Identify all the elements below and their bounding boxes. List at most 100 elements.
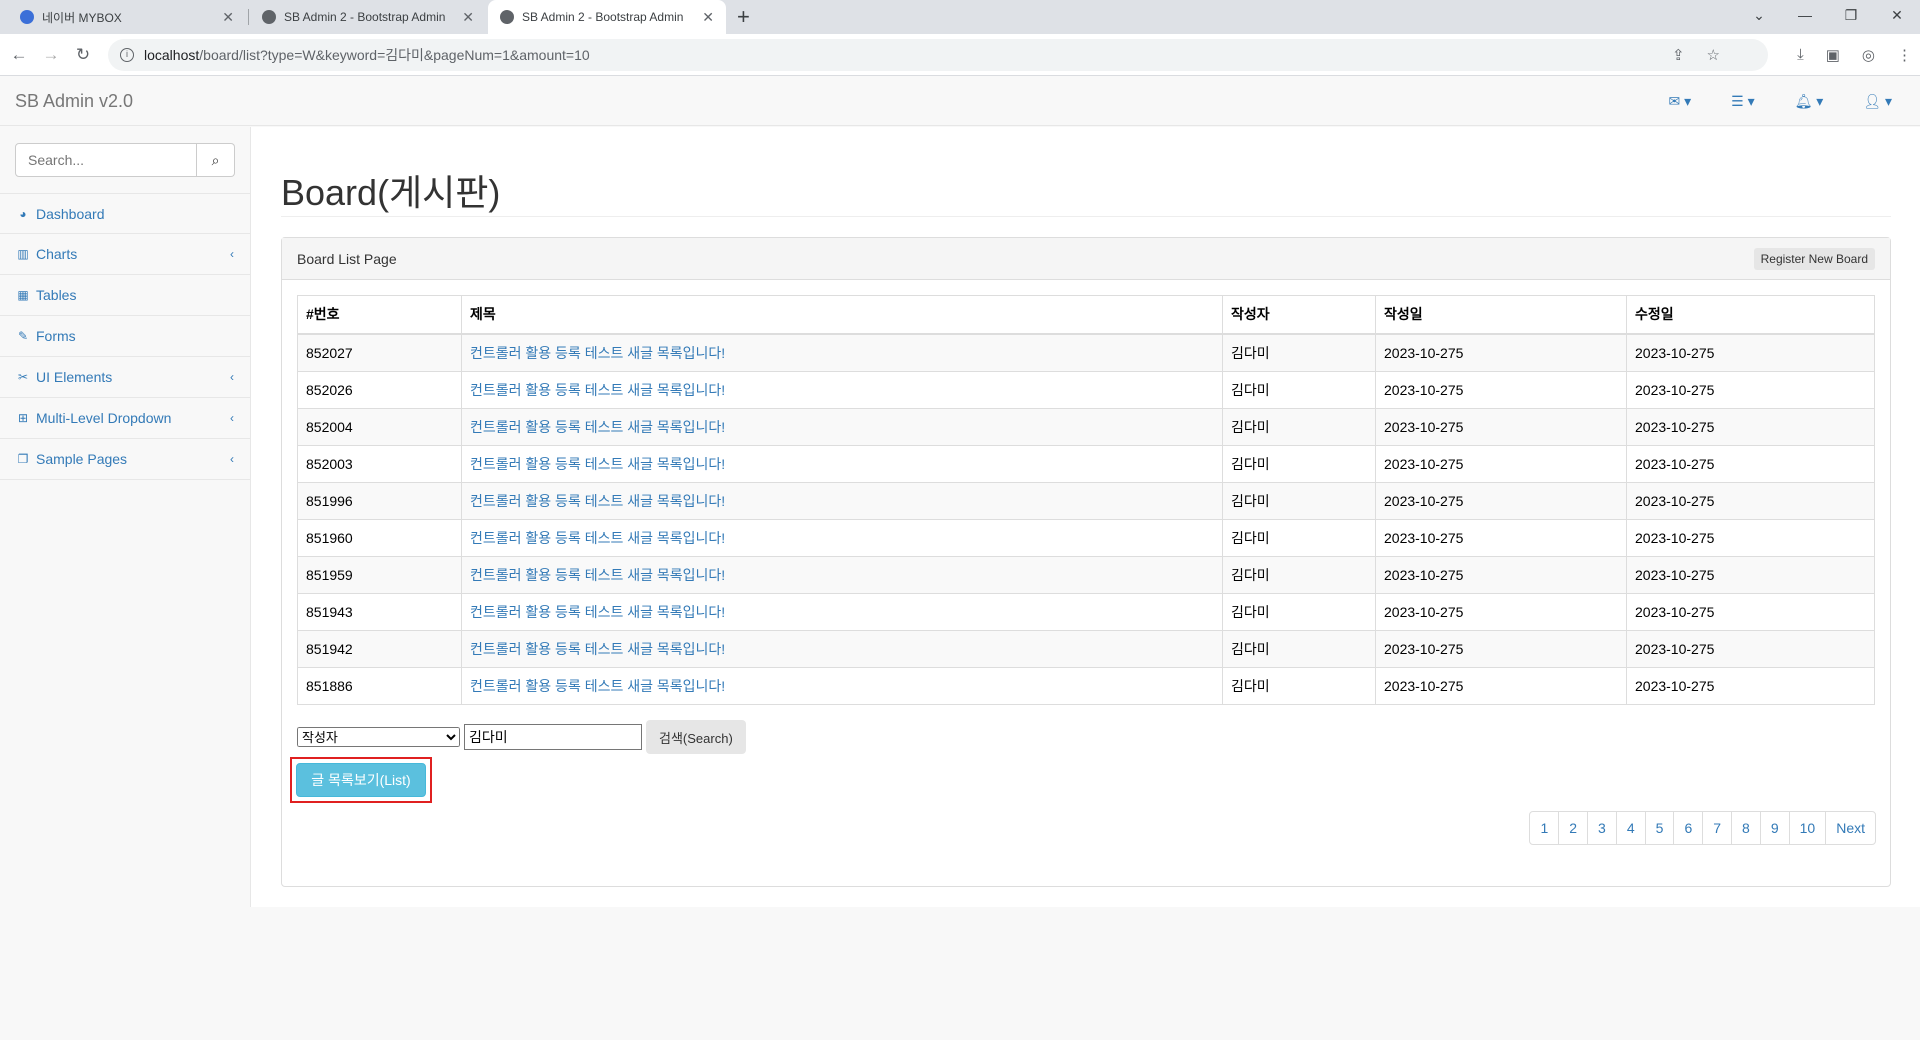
header-regdate: 작성일 bbox=[1375, 295, 1627, 335]
browser-tab-1[interactable]: 네이버 MYBOX ✕ bbox=[8, 0, 246, 34]
edit-icon: ✎ bbox=[17, 329, 29, 343]
board-title-link[interactable]: 컨트롤러 활용 등록 테스트 새글 목록입니다! bbox=[470, 419, 725, 435]
cell-title: 컨트롤러 활용 등록 테스트 새글 목록입니다! bbox=[461, 407, 1223, 446]
cell-number: 852026 bbox=[297, 370, 462, 409]
cell-number: 851886 bbox=[297, 666, 462, 705]
brand-title[interactable]: SB Admin v2.0 bbox=[15, 91, 133, 112]
board-title-link[interactable]: 컨트롤러 활용 등록 테스트 새글 목록입니다! bbox=[470, 382, 725, 398]
sidebar-item-forms[interactable]: ✎ Forms bbox=[0, 316, 250, 357]
cell-writer: 김다미 bbox=[1222, 370, 1376, 409]
cell-number: 852027 bbox=[297, 333, 462, 372]
table-header-row: #번호 제목 작성자 작성일 수정일 bbox=[297, 295, 1875, 335]
sidebar-item-ui-elements[interactable]: ✂ UI Elements ‹ bbox=[0, 357, 250, 398]
back-icon[interactable]: ← bbox=[6, 45, 32, 65]
close-window-icon[interactable]: ✕ bbox=[1874, 0, 1920, 34]
close-tab-icon[interactable]: ✕ bbox=[222, 9, 234, 26]
cell-regdate: 2023-10-275 bbox=[1375, 666, 1627, 705]
sidebar-search-button[interactable]: ⌕ bbox=[197, 143, 235, 177]
search-button[interactable]: 검색(Search) bbox=[646, 720, 746, 754]
cell-updatedate: 2023-10-275 bbox=[1626, 666, 1875, 705]
cell-title: 컨트롤러 활용 등록 테스트 새글 목록입니다! bbox=[461, 666, 1223, 705]
board-title-link[interactable]: 컨트롤러 활용 등록 테스트 새글 목록입니다! bbox=[470, 493, 725, 509]
bookmark-star-icon[interactable]: ☆ bbox=[1707, 46, 1720, 64]
search-keyword-input[interactable] bbox=[464, 724, 642, 750]
panel-heading: Board List Page Register New Board bbox=[282, 238, 1890, 280]
tab-search-icon[interactable]: ⌄ bbox=[1736, 0, 1782, 34]
sidebar-item-label: Forms bbox=[36, 328, 76, 344]
pagination-next[interactable]: Next bbox=[1825, 811, 1876, 845]
pagination-page[interactable]: 8 bbox=[1731, 811, 1761, 845]
search-form: 작성자 검색(Search) bbox=[297, 720, 746, 754]
cell-updatedate: 2023-10-275 bbox=[1626, 518, 1875, 557]
board-title-link[interactable]: 컨트롤러 활용 등록 테스트 새글 목록입니다! bbox=[470, 567, 725, 583]
browser-tab-2[interactable]: SB Admin 2 - Bootstrap Admin ✕ bbox=[250, 0, 486, 34]
pagination-page[interactable]: 3 bbox=[1587, 811, 1617, 845]
board-title-link[interactable]: 컨트롤러 활용 등록 테스트 새글 목록입니다! bbox=[470, 456, 725, 472]
cell-title: 컨트롤러 활용 등록 테스트 새글 목록입니다! bbox=[461, 555, 1223, 594]
pagination-page[interactable]: 4 bbox=[1615, 811, 1646, 845]
close-tab-icon[interactable]: ✕ bbox=[462, 9, 474, 26]
list-button[interactable]: 글 목록보기(List) bbox=[296, 763, 426, 797]
browser-tab-3-active[interactable]: SB Admin 2 - Bootstrap Admin ✕ bbox=[488, 0, 726, 34]
envelope-icon[interactable]: ✉ ▾ bbox=[1668, 93, 1691, 110]
sidebar-item-dashboard[interactable]: ◕ Dashboard bbox=[0, 193, 250, 234]
url-path: /board/list?type=W&keyword=김다미&pageNum=1… bbox=[199, 47, 590, 63]
close-tab-icon[interactable]: ✕ bbox=[702, 9, 714, 26]
pagination-page[interactable]: 7 bbox=[1702, 811, 1733, 845]
page-wrapper: Board(게시판) Board List Page Register New … bbox=[250, 127, 1920, 907]
pagination-page[interactable]: 6 bbox=[1673, 811, 1704, 845]
cell-writer: 김다미 bbox=[1222, 407, 1376, 446]
user-icon[interactable]: 👤︎ ▾ bbox=[1863, 93, 1892, 110]
new-tab-icon[interactable]: + bbox=[737, 4, 750, 30]
pagination-page[interactable]: 10 bbox=[1788, 811, 1827, 845]
url-field[interactable]: i localhost/board/list?type=W&keyword=김다… bbox=[108, 39, 1768, 71]
board-title-link[interactable]: 컨트롤러 활용 등록 테스트 새글 목록입니다! bbox=[470, 530, 725, 546]
board-title-link[interactable]: 컨트롤러 활용 등록 테스트 새글 목록입니다! bbox=[470, 604, 725, 620]
files-icon: ❐ bbox=[17, 452, 29, 466]
minimize-icon[interactable]: — bbox=[1782, 0, 1828, 34]
sidebar-search: ⌕ bbox=[15, 143, 235, 177]
navbar-icons: ✉ ▾ ☰ ▾ 🔔︎ ▾ 👤︎ ▾ bbox=[1668, 93, 1892, 110]
cell-updatedate: 2023-10-275 bbox=[1626, 333, 1875, 372]
tasks-icon[interactable]: ☰ ▾ bbox=[1731, 93, 1754, 110]
board-title-link[interactable]: 컨트롤러 활용 등록 테스트 새글 목록입니다! bbox=[470, 678, 725, 694]
share-icon[interactable]: ⇪ bbox=[1672, 46, 1685, 64]
forward-icon[interactable]: → bbox=[38, 45, 64, 65]
pagination-page[interactable]: 5 bbox=[1644, 811, 1675, 845]
pagination-page[interactable]: 9 bbox=[1759, 811, 1790, 845]
board-title-link[interactable]: 컨트롤러 활용 등록 테스트 새글 목록입니다! bbox=[470, 345, 725, 361]
download-icon[interactable]: ⤓ bbox=[1797, 46, 1804, 64]
menu-kebab-icon[interactable]: ⋮ bbox=[1897, 46, 1912, 64]
search-type-select[interactable]: 작성자 bbox=[297, 727, 460, 747]
table-row: 851959 컨트롤러 활용 등록 테스트 새글 목록입니다! 김다미 2023-10… bbox=[297, 555, 1875, 594]
sidebar-item-sample-pages[interactable]: ❐ Sample Pages ‹ bbox=[0, 439, 250, 480]
sidebar-item-multi-level-dropdown[interactable]: ⊞ Multi-Level Dropdown ‹ bbox=[0, 398, 250, 439]
reload-icon[interactable]: ↻ bbox=[70, 45, 96, 65]
restore-icon[interactable]: ❐ bbox=[1828, 0, 1874, 34]
table-row: 852004 컨트롤러 활용 등록 테스트 새글 목록입니다! 김다미 2023-10… bbox=[297, 407, 1875, 446]
cell-writer: 김다미 bbox=[1222, 629, 1376, 668]
board-title-link[interactable]: 컨트롤러 활용 등록 테스트 새글 목록입니다! bbox=[470, 641, 725, 657]
site-info-icon[interactable]: i bbox=[120, 48, 134, 62]
side-panel-icon[interactable]: ▣ bbox=[1826, 46, 1840, 64]
register-new-board-button[interactable]: Register New Board bbox=[1753, 247, 1875, 270]
header-writer: 작성자 bbox=[1222, 295, 1376, 335]
bar-chart-icon: ▥ bbox=[17, 247, 29, 261]
cell-writer: 김다미 bbox=[1222, 444, 1376, 483]
tab-title: SB Admin 2 - Bootstrap Admin bbox=[284, 10, 446, 24]
cell-updatedate: 2023-10-275 bbox=[1626, 592, 1875, 631]
cell-number: 852003 bbox=[297, 444, 462, 483]
pagination-page[interactable]: 1 bbox=[1529, 811, 1560, 845]
sidebar-search-input[interactable] bbox=[15, 143, 197, 177]
pagination-page[interactable]: 2 bbox=[1558, 811, 1589, 845]
profile-icon[interactable]: ◎ bbox=[1862, 46, 1875, 64]
sidebar-item-tables[interactable]: ▦ Tables bbox=[0, 275, 250, 316]
cell-title: 컨트롤러 활용 등록 테스트 새글 목록입니다! bbox=[461, 629, 1223, 668]
table-row: 851942 컨트롤러 활용 등록 테스트 새글 목록입니다! 김다미 2023-10… bbox=[297, 629, 1875, 668]
chevron-left-icon: ‹ bbox=[230, 452, 234, 466]
cell-title: 컨트롤러 활용 등록 테스트 새글 목록입니다! bbox=[461, 481, 1223, 520]
cell-regdate: 2023-10-275 bbox=[1375, 481, 1627, 520]
bell-icon[interactable]: 🔔︎ ▾ bbox=[1795, 93, 1824, 110]
sidebar-item-charts[interactable]: ▥ Charts ‹ bbox=[0, 234, 250, 275]
cell-title: 컨트롤러 활용 등록 테스트 새글 목록입니다! bbox=[461, 333, 1223, 372]
